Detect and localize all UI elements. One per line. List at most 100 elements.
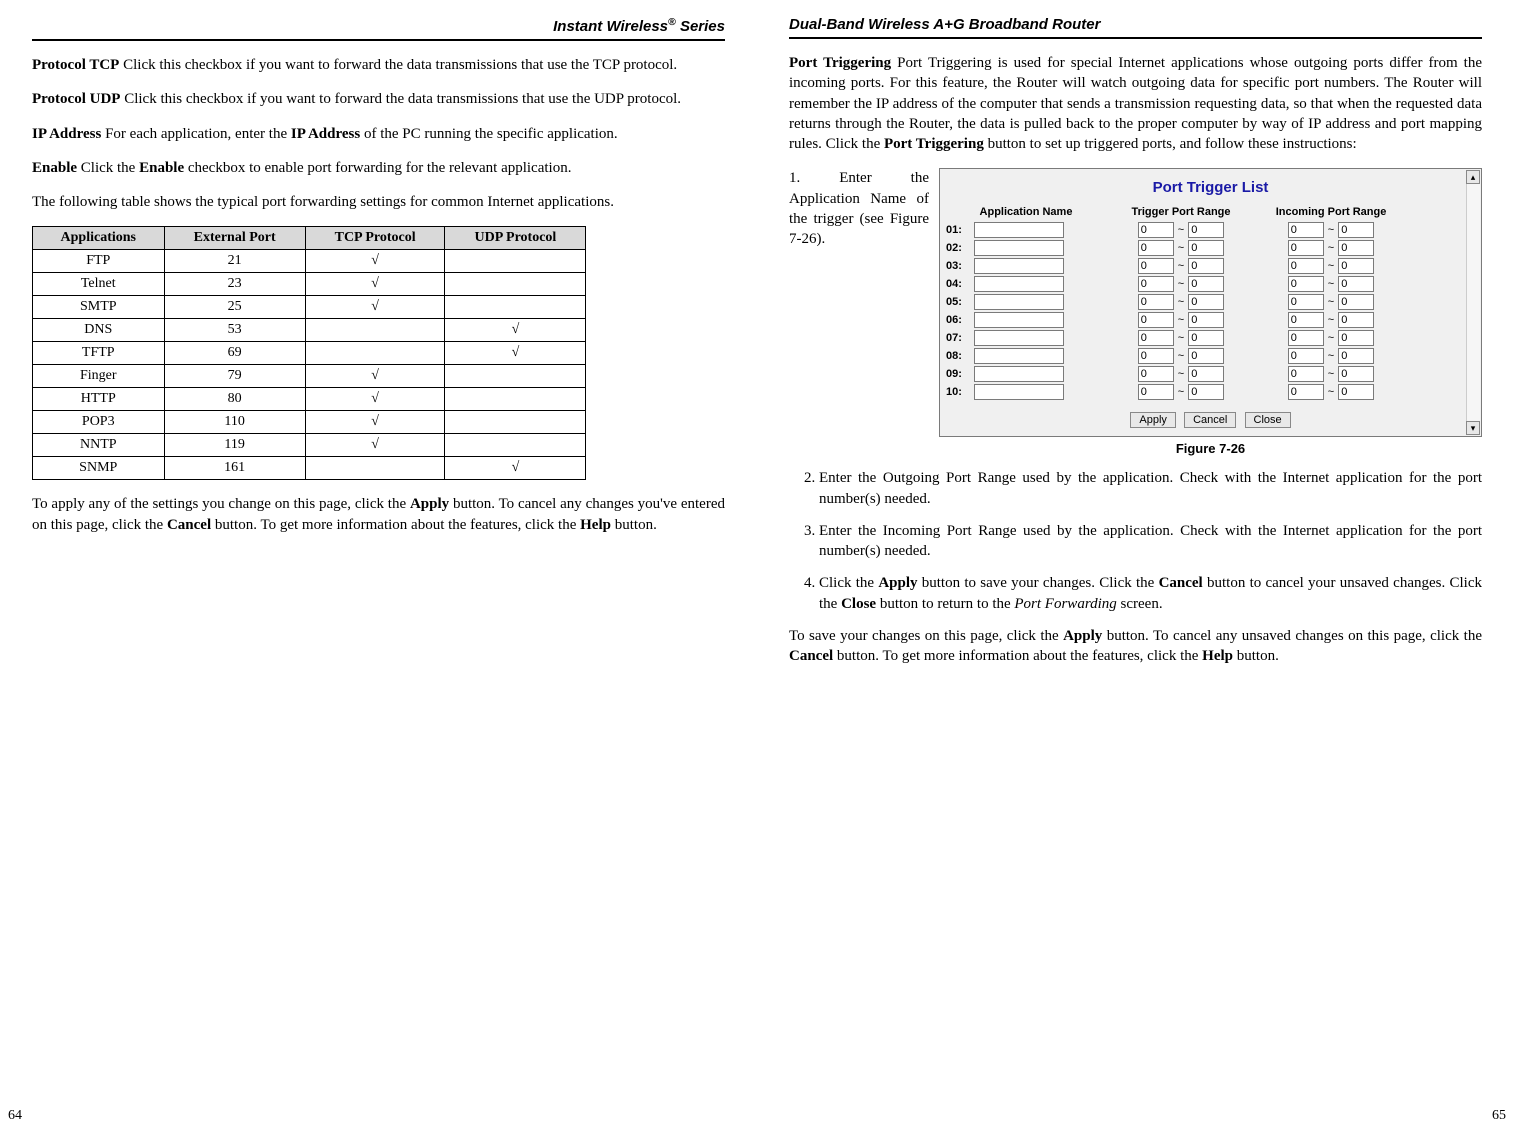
cell-port: 53 xyxy=(164,319,305,342)
ptlist-header: Application Name Trigger Port Range Inco… xyxy=(946,206,1475,218)
incoming-to-input[interactable] xyxy=(1338,240,1374,256)
port-trigger-dialog: ▴ ▾ Port Trigger List Application Name T… xyxy=(939,168,1482,437)
trigger-from-input[interactable] xyxy=(1138,222,1174,238)
appname-input[interactable] xyxy=(974,258,1064,274)
trigger-to-input[interactable] xyxy=(1188,330,1224,346)
cell-port: 119 xyxy=(164,434,305,457)
trigger-to-input[interactable] xyxy=(1188,222,1224,238)
trigger-from-input[interactable] xyxy=(1138,312,1174,328)
protocol-udp-section: Protocol UDP Click this checkbox if you … xyxy=(32,89,725,109)
enable-desc1: Click the xyxy=(77,160,139,176)
incoming-from-input[interactable] xyxy=(1288,366,1324,382)
tilde-icon: ~ xyxy=(1328,224,1334,236)
cell-udp xyxy=(445,250,586,273)
tilde-icon: ~ xyxy=(1328,350,1334,362)
pt-row: 10:~~ xyxy=(946,384,1475,400)
incoming-from-input[interactable] xyxy=(1288,294,1324,310)
table-intro: The following table shows the typical po… xyxy=(32,192,725,212)
trigger-from-input[interactable] xyxy=(1138,294,1174,310)
incoming-from-input[interactable] xyxy=(1288,276,1324,292)
pt-bold: Port Triggering xyxy=(884,136,984,152)
tilde-icon: ~ xyxy=(1328,368,1334,380)
incoming-from-input[interactable] xyxy=(1288,384,1324,400)
incoming-from-input[interactable] xyxy=(1288,312,1324,328)
row-number: 01: xyxy=(946,224,974,236)
appname-input[interactable] xyxy=(974,276,1064,292)
trigger-from-input[interactable] xyxy=(1138,276,1174,292)
right-page: Dual-Band Wireless A+G Broadband Router … xyxy=(757,0,1514,1132)
trigger-from-input[interactable] xyxy=(1138,366,1174,382)
cell-port: 25 xyxy=(164,296,305,319)
trigger-to-input[interactable] xyxy=(1188,384,1224,400)
apply-button[interactable]: Apply xyxy=(1130,412,1176,428)
tilde-icon: ~ xyxy=(1178,332,1184,344)
th-external-port: External Port xyxy=(164,227,305,250)
trigger-from-input[interactable] xyxy=(1138,348,1174,364)
trigger-to-input[interactable] xyxy=(1188,294,1224,310)
s4b1: Apply xyxy=(878,575,917,591)
cell-tcp: √ xyxy=(305,388,445,411)
incoming-to-input[interactable] xyxy=(1338,258,1374,274)
trigger-to-input[interactable] xyxy=(1188,258,1224,274)
step-2: Enter the Outgoing Port Range used by th… xyxy=(819,468,1482,509)
incoming-to-input[interactable] xyxy=(1338,276,1374,292)
incoming-from-input[interactable] xyxy=(1288,258,1324,274)
incoming-from-input[interactable] xyxy=(1288,240,1324,256)
protocol-tcp-label: Protocol TCP xyxy=(32,57,119,73)
pt-row: 09:~~ xyxy=(946,366,1475,382)
appname-input[interactable] xyxy=(974,312,1064,328)
scroll-down-icon[interactable]: ▾ xyxy=(1466,421,1480,435)
pt-row: 06:~~ xyxy=(946,312,1475,328)
applications-table: Applications External Port TCP Protocol … xyxy=(32,226,586,480)
appname-input[interactable] xyxy=(974,330,1064,346)
protocol-tcp-section: Protocol TCP Click this checkbox if you … xyxy=(32,55,725,75)
tilde-icon: ~ xyxy=(1328,260,1334,272)
cell-app: POP3 xyxy=(33,411,165,434)
cell-tcp: √ xyxy=(305,250,445,273)
trigger-to-input[interactable] xyxy=(1188,276,1224,292)
pt-row: 01:~~ xyxy=(946,222,1475,238)
trigger-to-input[interactable] xyxy=(1188,366,1224,382)
incoming-to-input[interactable] xyxy=(1338,348,1374,364)
left-header: Instant Wireless® Series xyxy=(32,16,725,41)
appname-input[interactable] xyxy=(974,240,1064,256)
close-button[interactable]: Close xyxy=(1245,412,1291,428)
incoming-to-input[interactable] xyxy=(1338,366,1374,382)
cancel-button[interactable]: Cancel xyxy=(1184,412,1236,428)
scroll-up-icon[interactable]: ▴ xyxy=(1466,170,1480,184)
table-row: TFTP69√ xyxy=(33,342,586,365)
appname-input[interactable] xyxy=(974,294,1064,310)
s4t4: button to return to the xyxy=(876,596,1014,612)
col-trigger-range: Trigger Port Range xyxy=(1106,206,1256,218)
right-footer-notes: To save your changes on this page, click… xyxy=(789,626,1482,667)
row-number: 08: xyxy=(946,350,974,362)
rf-b3: Help xyxy=(1202,648,1233,664)
trigger-to-input[interactable] xyxy=(1188,240,1224,256)
trigger-from-input[interactable] xyxy=(1138,330,1174,346)
trigger-from-input[interactable] xyxy=(1138,384,1174,400)
incoming-from-input[interactable] xyxy=(1288,222,1324,238)
trigger-to-input[interactable] xyxy=(1188,348,1224,364)
incoming-to-input[interactable] xyxy=(1338,222,1374,238)
incoming-to-input[interactable] xyxy=(1338,384,1374,400)
appname-input[interactable] xyxy=(974,366,1064,382)
col-appname: Application Name xyxy=(946,206,1106,218)
appname-input[interactable] xyxy=(974,348,1064,364)
incoming-to-input[interactable] xyxy=(1338,294,1374,310)
trigger-to-input[interactable] xyxy=(1188,312,1224,328)
appname-input[interactable] xyxy=(974,384,1064,400)
incoming-from-input[interactable] xyxy=(1288,330,1324,346)
table-row: HTTP80√ xyxy=(33,388,586,411)
cell-tcp xyxy=(305,319,445,342)
pt-row: 02:~~ xyxy=(946,240,1475,256)
scroll-track[interactable] xyxy=(1466,184,1480,421)
incoming-from-input[interactable] xyxy=(1288,348,1324,364)
incoming-to-input[interactable] xyxy=(1338,312,1374,328)
trigger-from-input[interactable] xyxy=(1138,258,1174,274)
table-row: NNTP119√ xyxy=(33,434,586,457)
port-triggering-section: Port Triggering Port Triggering is used … xyxy=(789,53,1482,154)
trigger-from-input[interactable] xyxy=(1138,240,1174,256)
ip-address-desc1: For each application, enter the xyxy=(101,126,291,142)
incoming-to-input[interactable] xyxy=(1338,330,1374,346)
appname-input[interactable] xyxy=(974,222,1064,238)
